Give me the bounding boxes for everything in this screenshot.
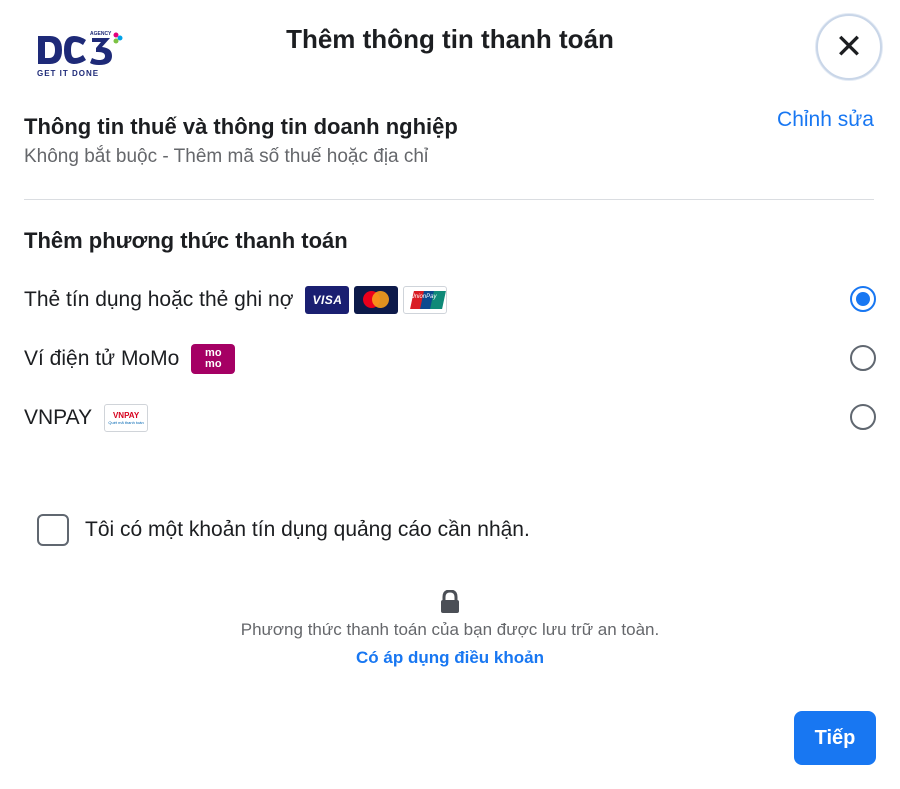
next-button[interactable]: Tiếp [794,711,876,765]
vnpay-logo-subtext: Quét mã thanh toán [108,420,144,425]
tax-info-title: Thông tin thuế và thông tin doanh nghiệp [24,114,458,139]
tax-info-subtitle: Không bắt buộc - Thêm mã số thuế hoặc đị… [24,146,429,167]
payment-option-momo[interactable]: Ví điện tử MoMo mo mo [24,339,876,379]
payment-option-vnpay[interactable]: VNPAY VNPAY Quét mã thanh toán [24,398,876,438]
ad-credit-option[interactable]: Tôi có một khoản tín dụng quảng cáo cần … [37,514,530,546]
vnpay-logo-text: VNPAY [112,411,140,420]
unionpay-logo: UnionPay [403,286,448,314]
close-button[interactable]: ✕ [816,14,882,80]
payment-option-momo-label: Ví điện tử MoMo [24,347,180,370]
lock-icon [439,589,461,614]
payment-option-vnpay-label: VNPAY [24,406,93,429]
secure-storage-text: Phương thức thanh toán của bạn được lưu … [240,620,660,639]
payment-option-momo-radio[interactable] [850,345,876,371]
payment-option-vnpay-radio[interactable] [850,404,876,430]
payment-option-card[interactable]: Thẻ tín dụng hoặc thẻ ghi nợ VISA UnionP… [24,280,876,320]
terms-link[interactable]: Có áp dụng điều khoản [0,648,900,668]
card-logos: VISA UnionPay [305,286,448,314]
edit-tax-info-link[interactable]: Chỉnh sửa [777,108,874,132]
payment-method-title: Thêm phương thức thanh toán [24,228,348,253]
dialog-title: Thêm thông tin thanh toán [286,24,614,54]
momo-logo: mo mo [191,344,236,374]
section-divider [24,199,874,200]
unionpay-text: UnionPay [410,294,437,300]
ad-credit-checkbox[interactable] [37,514,69,546]
vnpay-logo: VNPAY Quét mã thanh toán [104,404,149,432]
visa-logo: VISA [305,286,350,314]
ad-credit-label: Tôi có một khoản tín dụng quảng cáo cần … [85,518,530,541]
close-icon: ✕ [834,28,864,66]
logo-tagline: GET IT DONE [37,69,99,78]
payment-option-card-radio[interactable] [850,286,876,312]
mastercard-logo [354,286,399,314]
payment-option-card-label: Thẻ tín dụng hoặc thẻ ghi nợ [24,288,294,311]
